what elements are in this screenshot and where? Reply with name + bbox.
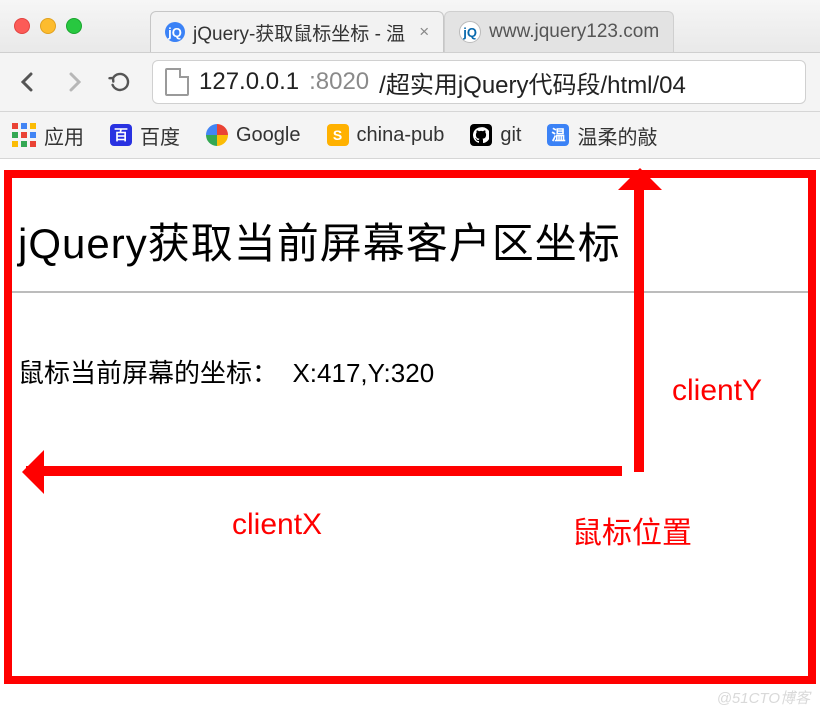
tab-strip: jQ jQuery-获取鼠标坐标 - 温 × jQ www.jquery123.… <box>150 0 674 52</box>
back-button[interactable] <box>14 72 42 92</box>
address-bar[interactable]: 127.0.0.1 :8020/超实用jQuery代码段/html/04 <box>152 60 806 104</box>
tab-inactive[interactable]: jQ www.jquery123.com <box>444 11 674 52</box>
google-icon <box>206 124 228 146</box>
forward-button[interactable] <box>60 72 88 92</box>
jquery-favicon-icon: jQ <box>165 22 185 42</box>
tab-active[interactable]: jQ jQuery-获取鼠标坐标 - 温 × <box>150 11 444 52</box>
baidu-icon: 百 <box>110 124 132 146</box>
bookmark-apps[interactable]: 应用 <box>12 121 84 150</box>
titlebar: jQ jQuery-获取鼠标坐标 - 温 × jQ www.jquery123.… <box>0 0 820 53</box>
page-heading: jQuery获取当前屏幕客户区坐标 <box>18 210 808 271</box>
url-path: /超实用jQuery代码段/html/04 <box>379 65 686 100</box>
mouse-position-label: 鼠标位置 <box>572 508 692 552</box>
bookmark-wenrou[interactable]: 温 温柔的敲 <box>547 121 657 150</box>
page-icon <box>165 68 189 96</box>
bookmark-label: china-pub <box>357 124 445 147</box>
reload-button[interactable] <box>106 70 134 94</box>
annotated-viewport: jQuery获取当前屏幕客户区坐标 鼠标当前屏幕的坐标： X:417,Y:320… <box>4 170 816 684</box>
bookmarks-bar: 应用 百 百度 Google S china-pub git 温 温柔的敲 <box>0 112 820 159</box>
bookmark-label: 应用 <box>44 121 84 150</box>
wenrou-icon: 温 <box>547 124 569 146</box>
page-content: jQuery获取当前屏幕客户区坐标 鼠标当前屏幕的坐标： X:417,Y:320 <box>12 178 808 390</box>
url-host: 127.0.0.1 <box>199 68 299 96</box>
tab-close-icon[interactable]: × <box>419 22 429 42</box>
window-controls <box>14 18 82 34</box>
chinapub-icon: S <box>327 124 349 146</box>
clienty-arrow-icon <box>634 172 644 472</box>
bookmark-google[interactable]: Google <box>206 124 301 147</box>
bookmark-label: 温柔的敲 <box>577 121 657 150</box>
coord-label: 鼠标当前屏幕的坐标： <box>18 358 278 388</box>
github-icon <box>470 124 492 146</box>
reload-icon <box>108 70 132 94</box>
coord-value: X:417,Y:320 <box>292 358 434 388</box>
divider <box>12 291 808 293</box>
arrow-left-icon <box>18 72 38 92</box>
tab-title: www.jquery123.com <box>489 21 659 43</box>
watermark: @51CTO博客 <box>717 687 810 708</box>
maximize-window-button[interactable] <box>66 18 82 34</box>
bookmark-chinapub[interactable]: S china-pub <box>327 124 445 147</box>
bookmark-label: git <box>500 124 521 147</box>
arrow-right-icon <box>64 72 84 92</box>
clienty-label: clientY <box>672 374 762 408</box>
bookmark-label: Google <box>236 124 301 147</box>
apps-grid-icon <box>12 123 36 147</box>
url-port: :8020 <box>309 68 369 96</box>
tab-title: jQuery-获取鼠标坐标 - 温 <box>193 19 405 46</box>
bookmark-baidu[interactable]: 百 百度 <box>110 121 180 150</box>
close-window-button[interactable] <box>14 18 30 34</box>
clientx-arrow-icon <box>26 466 622 476</box>
bookmark-git[interactable]: git <box>470 124 521 147</box>
bookmark-label: 百度 <box>140 121 180 150</box>
jquery-favicon-icon: jQ <box>459 21 481 43</box>
browser-window: jQ jQuery-获取鼠标坐标 - 温 × jQ www.jquery123.… <box>0 0 820 714</box>
clientx-label: clientX <box>232 508 322 542</box>
toolbar: 127.0.0.1 :8020/超实用jQuery代码段/html/04 <box>0 53 820 112</box>
minimize-window-button[interactable] <box>40 18 56 34</box>
